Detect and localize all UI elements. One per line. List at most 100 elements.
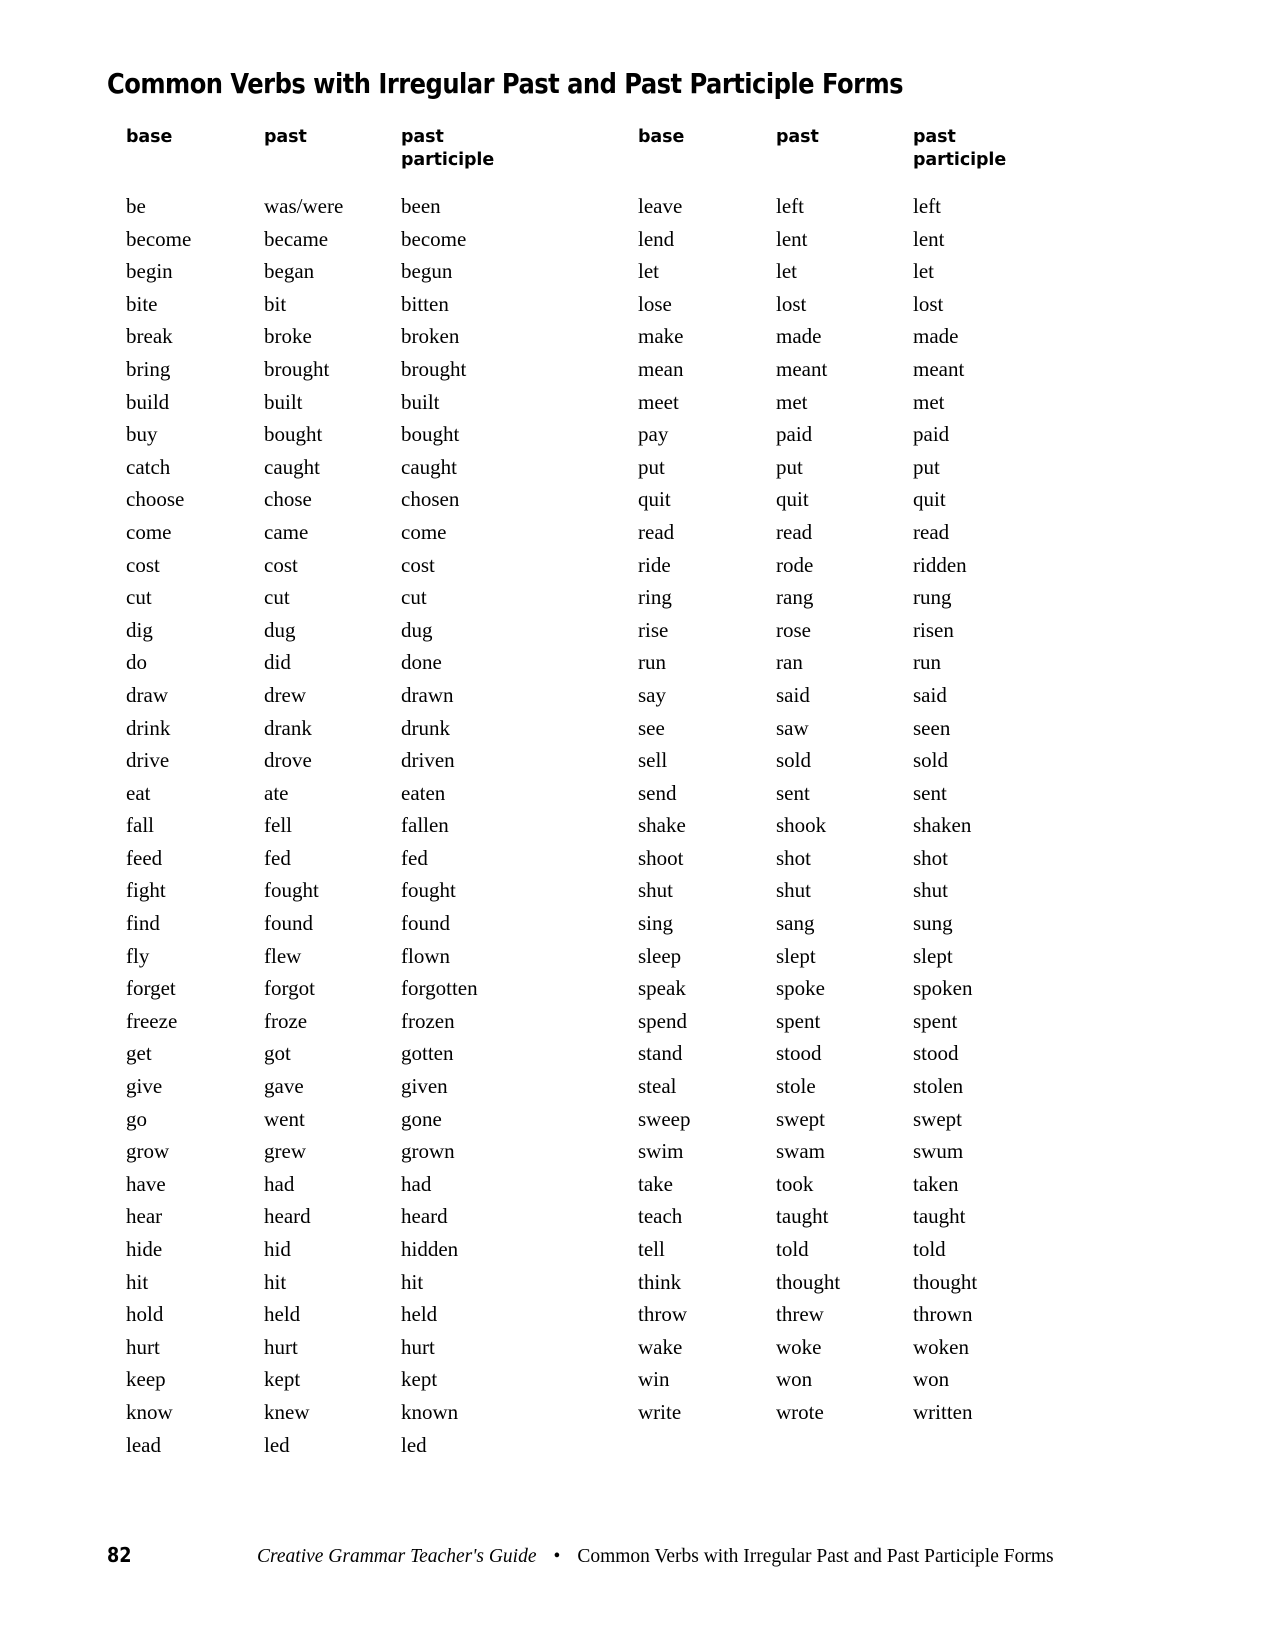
table-row: fly flew flown	[126, 940, 601, 973]
table-row: hide hid hidden	[126, 1233, 601, 1266]
verb-past: knew	[264, 1399, 310, 1424]
table-row: know knew known	[126, 1396, 601, 1429]
table-row: cut cut cut	[126, 581, 601, 614]
verb-past: froze	[264, 1008, 308, 1033]
table-body-left: be was/were been become became become begin beg…	[126, 190, 601, 1461]
verb-past-participle: become	[401, 226, 467, 251]
verb-base: spend	[638, 1008, 687, 1033]
table-row: go went gone	[126, 1103, 601, 1136]
verb-base: say	[638, 682, 666, 707]
verb-base: draw	[126, 682, 168, 707]
verb-tables-container: base past past participle be was/were been…	[0, 126, 1275, 1461]
verb-base: know	[126, 1399, 173, 1424]
table-row: think thought thought	[638, 1266, 1113, 1299]
verb-base: shake	[638, 813, 686, 838]
verb-base: stand	[638, 1041, 683, 1066]
verb-past: bit	[264, 291, 287, 316]
verb-base: sing	[638, 911, 674, 936]
verb-past-participle: chosen	[401, 487, 460, 512]
verb-base: mean	[638, 356, 684, 381]
verb-past-participle: cost	[401, 552, 435, 577]
verb-past-participle: stood	[913, 1041, 959, 1066]
verb-base: make	[638, 324, 684, 349]
table-row: lend lent lent	[638, 223, 1113, 256]
table-row: speak spoke spoken	[638, 972, 1113, 1005]
verb-past: saw	[776, 715, 809, 740]
verb-past-participle: left	[913, 194, 941, 218]
verb-base: rise	[638, 617, 669, 642]
verb-past-participle: taken	[913, 1171, 959, 1196]
verb-base: let	[638, 259, 659, 284]
verb-base: hit	[126, 1269, 149, 1294]
verb-past-participle: ridden	[913, 552, 967, 577]
verb-base: lose	[638, 291, 672, 316]
table-row: hurt hurt hurt	[126, 1331, 601, 1364]
verb-base: grow	[126, 1139, 170, 1164]
verb-base: lend	[638, 226, 675, 251]
verb-past-participle: stolen	[913, 1074, 964, 1099]
verb-past-participle: taught	[913, 1204, 966, 1229]
verb-past: chose	[264, 487, 312, 512]
verb-base: hurt	[126, 1334, 160, 1359]
verb-past: fought	[264, 878, 319, 903]
verb-past: caught	[264, 454, 320, 479]
verb-past: became	[264, 226, 329, 251]
verb-base: sleep	[638, 943, 682, 968]
verb-base: catch	[126, 454, 171, 479]
column-header-base: base	[638, 127, 685, 147]
verb-past: bought	[264, 422, 323, 447]
verb-past-participle: drawn	[401, 682, 454, 707]
verb-past-participle: lent	[913, 226, 945, 251]
verb-past: was/were	[264, 194, 344, 218]
table-row: give gave given	[126, 1070, 601, 1103]
verb-past-participle: read	[913, 519, 950, 544]
table-row: rise rose risen	[638, 614, 1113, 647]
verb-past: wrote	[776, 1399, 824, 1424]
verb-past-participle: gone	[401, 1106, 442, 1131]
verb-past-participle: meant	[913, 356, 965, 381]
column-header-past-participle: past participle	[401, 127, 495, 171]
verb-base: fall	[126, 813, 154, 838]
verb-past-participle: given	[401, 1074, 448, 1099]
verb-past-participle: heard	[401, 1204, 448, 1229]
verb-past: rose	[776, 617, 811, 642]
table-row: come came come	[126, 516, 601, 549]
footer-separator-bullet: •	[553, 1546, 561, 1567]
verb-past: meant	[776, 356, 828, 381]
verb-base: find	[126, 911, 160, 936]
table-row: see saw seen	[638, 712, 1113, 745]
verb-base: build	[126, 389, 170, 414]
verb-past: drew	[264, 682, 306, 707]
verb-past-participle: risen	[913, 617, 954, 642]
verb-base: buy	[126, 422, 158, 447]
book-title: Creative Grammar Teacher's Guide	[257, 1546, 537, 1567]
table-row: find found found	[126, 907, 601, 940]
table-row: begin began begun	[126, 255, 601, 288]
table-row: drive drove driven	[126, 744, 601, 777]
verb-past: sang	[776, 911, 815, 936]
verb-past-participle: cut	[401, 585, 427, 610]
verb-base: give	[126, 1074, 163, 1099]
table-row: sell sold sold	[638, 744, 1113, 777]
table-row: send sent sent	[638, 777, 1113, 810]
verb-past-participle: sold	[913, 748, 949, 773]
verb-base: bite	[126, 291, 158, 316]
verb-past-participle: fought	[401, 878, 456, 903]
verb-base: steal	[638, 1074, 677, 1099]
verb-past: spent	[776, 1008, 821, 1033]
table-row: swim swam swum	[638, 1135, 1113, 1168]
verb-past: drank	[264, 715, 312, 740]
verb-past-participle: lost	[913, 291, 944, 316]
verb-past: held	[264, 1302, 301, 1327]
table-row: wake woke woken	[638, 1331, 1113, 1364]
verb-past: read	[776, 519, 813, 544]
verb-past-participle: held	[401, 1302, 438, 1327]
verb-base: win	[638, 1367, 670, 1392]
worksheet-page: Common Verbs with Irregular Past and Pas…	[0, 0, 1275, 1650]
table-row: freeze froze frozen	[126, 1005, 601, 1038]
verb-past: let	[776, 259, 797, 284]
verb-base: read	[638, 519, 675, 544]
verb-base: shut	[638, 878, 674, 903]
column-header-past: past	[264, 127, 307, 147]
verb-past: cut	[264, 585, 290, 610]
